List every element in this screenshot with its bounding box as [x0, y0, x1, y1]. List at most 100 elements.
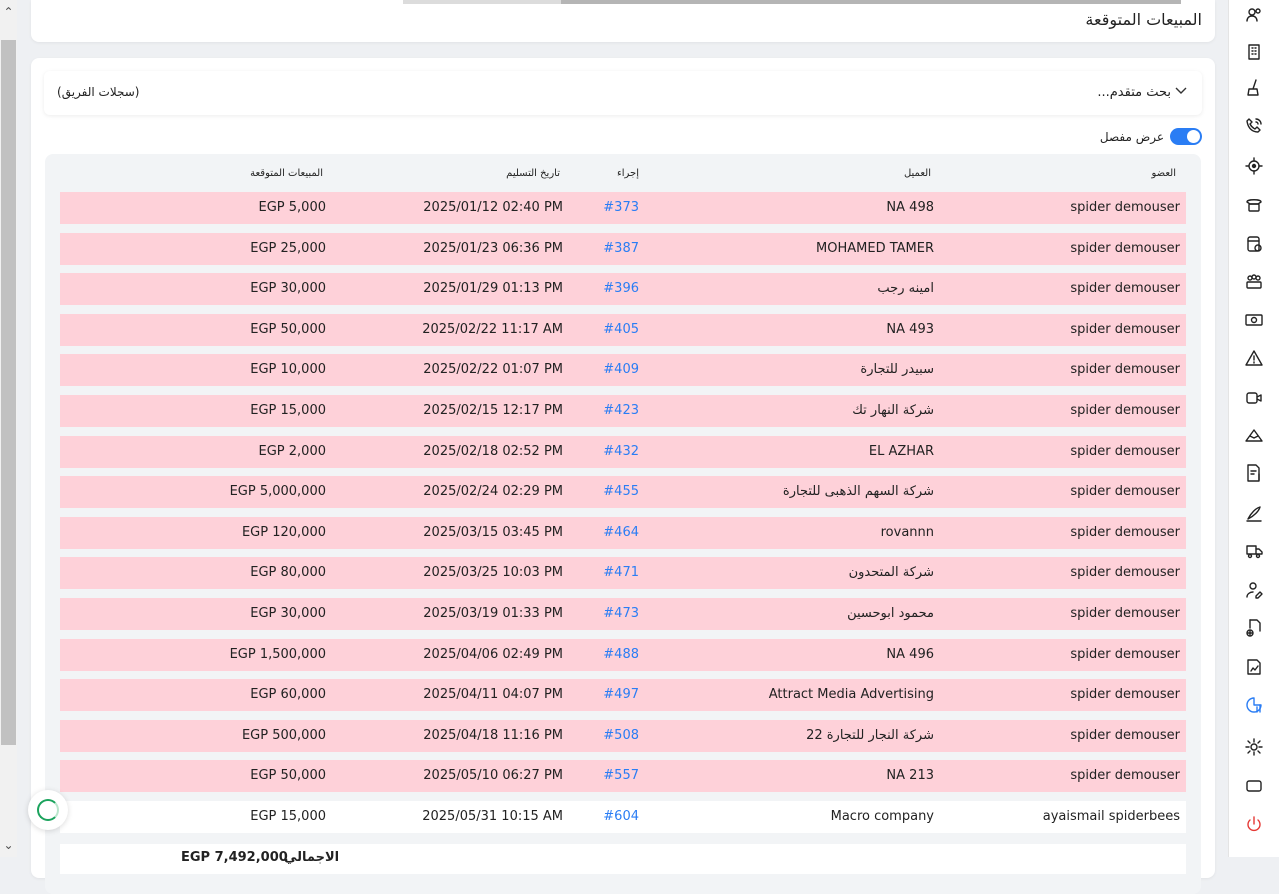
expected-sales-cell: EGP 120,000: [241, 524, 326, 540]
client-cell: NA 213: [886, 768, 934, 784]
money-icon[interactable]: [1244, 310, 1264, 330]
action-link[interactable]: #604: [603, 809, 639, 824]
settings-icon[interactable]: [1244, 737, 1264, 757]
team-records-label: (سجلات الفريق): [57, 85, 140, 99]
loading-spinner: [28, 790, 68, 830]
signature-icon[interactable]: [1244, 503, 1264, 523]
table-row: spider demouser NA 496 #488 2025/04/06 02:4…: [60, 638, 1186, 671]
client-cell: شركة المتحدون: [848, 565, 934, 581]
expected-sales-cell: EGP 1,500,000: [229, 646, 326, 662]
expected-sales-cell: EGP 30,000: [250, 281, 326, 297]
table-row: spider demouser شركة النهار تك #423 2025/02…: [60, 395, 1186, 427]
video-icon[interactable]: [1244, 388, 1264, 408]
delivery-date-cell: 2025/03/15 03:45 PM: [423, 524, 563, 540]
table-row: spider demouser شركة السهم الذهبى للتجارة…: [60, 476, 1186, 509]
database-settings-icon[interactable]: [1244, 234, 1264, 254]
delivery-date-cell: 2025/03/19 01:33 PM: [423, 606, 563, 621]
expected-sales-cell: EGP 5,000: [258, 200, 326, 215]
page-title: المبيعات المتوقعة: [1085, 10, 1202, 29]
user-edit-icon[interactable]: [1244, 580, 1264, 600]
report-icon[interactable]: [1244, 657, 1264, 677]
expected-sales-cell: EGP 80,000: [250, 565, 326, 581]
title-card: المبيعات المتوقعة: [31, 0, 1215, 42]
member-cell: spider demouser: [1070, 646, 1180, 662]
total-row: EGP 7,492,000 الاجمالي: [60, 844, 1186, 874]
phone-icon[interactable]: [1244, 116, 1264, 136]
building-icon[interactable]: [1244, 42, 1264, 62]
delivery-date-cell: 2025/03/25 10:03 PM: [423, 565, 563, 581]
sidebar: [1228, 0, 1279, 857]
header-delivery-date: تاريخ التسليم: [506, 168, 560, 179]
table-row: spider demouser NA 213 #557 2025/05/10 06:2…: [60, 760, 1186, 793]
delivery-date-cell: 2025/01/29 01:13 PM: [423, 281, 563, 297]
invoice-icon[interactable]: [1244, 463, 1264, 483]
action-link[interactable]: #497: [603, 687, 639, 702]
action-link[interactable]: #488: [603, 647, 639, 662]
action-link[interactable]: #473: [603, 606, 639, 621]
client-cell: NA 493: [886, 321, 934, 337]
action-link[interactable]: #432: [603, 444, 639, 459]
header-expected-sales: المبيعات المتوقعة: [250, 168, 323, 179]
member-cell: spider demouser: [1070, 443, 1180, 459]
scroll-down-arrow[interactable]: ⌄: [0, 835, 17, 855]
table-row: spider demouser سبيدر للتجارة #409 2025/02/…: [60, 354, 1186, 387]
action-link[interactable]: #405: [603, 322, 639, 337]
scrollbar-thumb[interactable]: [1, 40, 16, 745]
vertical-scrollbar[interactable]: ⌃ ⌄: [0, 0, 17, 857]
team-icon[interactable]: [1244, 272, 1264, 292]
truck-icon[interactable]: [1244, 541, 1264, 561]
header-client: العميل: [903, 168, 931, 179]
member-cell: spider demouser: [1070, 484, 1180, 500]
expected-sales-cell: EGP 15,000: [250, 403, 326, 418]
member-cell: spider demouser: [1070, 240, 1180, 256]
member-cell: spider demouser: [1070, 606, 1180, 621]
target-icon[interactable]: [1244, 156, 1264, 176]
mountain-icon[interactable]: [1244, 425, 1264, 445]
member-cell: spider demouser: [1070, 768, 1180, 784]
action-link[interactable]: #557: [603, 768, 639, 783]
expected-sales-cell: EGP 500,000: [241, 727, 326, 743]
advanced-search-label: بحث متقدم...: [1097, 85, 1171, 100]
delivery-date-cell: 2025/02/22 11:17 AM: [422, 321, 563, 337]
chart-icon[interactable]: [1244, 695, 1264, 715]
detailed-view-toggle[interactable]: [1170, 128, 1202, 145]
action-link[interactable]: #396: [603, 281, 639, 296]
action-link[interactable]: #423: [603, 403, 639, 418]
table-row: ayaismail spiderbees Macro company #604 202…: [60, 801, 1186, 833]
action-link[interactable]: #464: [603, 525, 639, 540]
action-link[interactable]: #409: [603, 362, 639, 377]
client-cell: شركة النهار تك: [852, 403, 934, 418]
action-link[interactable]: #387: [603, 241, 639, 256]
delivery-date-cell: 2025/02/24 02:29 PM: [423, 484, 563, 500]
power-icon[interactable]: [1244, 814, 1264, 834]
landline-icon[interactable]: [1244, 194, 1264, 214]
client-cell: NA 496: [886, 646, 934, 662]
action-link[interactable]: #455: [603, 484, 639, 499]
total-value: EGP 7,492,000: [181, 850, 288, 865]
client-cell: Attract Media Advertising: [768, 687, 934, 703]
report-card: بحث متقدم... (سجلات الفريق) عرض مفصل الع…: [31, 58, 1215, 894]
delivery-date-cell: 2025/02/18 02:52 PM: [423, 443, 563, 459]
delivery-date-cell: 2025/01/23 06:36 PM: [423, 240, 563, 256]
member-cell: spider demouser: [1070, 281, 1180, 297]
warning-icon[interactable]: [1244, 348, 1264, 368]
scroll-up-arrow[interactable]: ⌃: [0, 2, 17, 22]
action-link[interactable]: #373: [603, 200, 639, 215]
delivery-date-cell: 2025/04/11 04:07 PM: [423, 687, 563, 703]
action-link[interactable]: #471: [603, 565, 639, 580]
action-link[interactable]: #508: [603, 728, 639, 743]
expected-sales-cell: EGP 15,000: [250, 809, 326, 824]
member-cell: spider demouser: [1070, 524, 1180, 540]
horizontal-scrollbar[interactable]: [403, 0, 1181, 4]
client-cell: محمود ابوحسين: [847, 606, 934, 621]
member-cell: ayaismail spiderbees: [1042, 809, 1180, 824]
client-cell: شركة النجار للتجارة 22: [806, 727, 934, 743]
client-cell: EL AZHAR: [868, 443, 934, 459]
add-document-icon[interactable]: [1244, 618, 1264, 638]
horizontal-scrollbar-thumb[interactable]: [561, 0, 1181, 4]
window-icon[interactable]: [1244, 776, 1264, 796]
users-icon[interactable]: [1244, 5, 1264, 25]
table-row: spider demouser NA 493 #405 2025/02/22 11:1…: [60, 313, 1186, 346]
advanced-search-toggle[interactable]: بحث متقدم...: [1097, 85, 1187, 100]
cleaning-icon[interactable]: [1244, 78, 1264, 98]
